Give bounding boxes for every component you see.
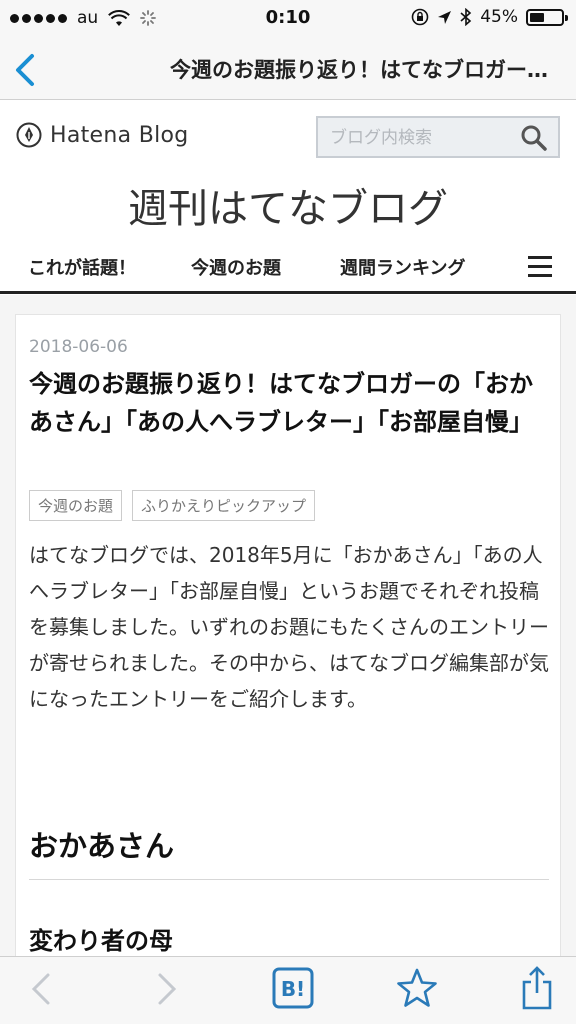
browser-back-button[interactable] (28, 969, 56, 1013)
back-button[interactable] (10, 48, 46, 92)
navigation-bar: 今週のお題振り返り！はてなブロガー… (0, 40, 576, 100)
article-date[interactable]: 2018-06-06 (29, 337, 128, 357)
header-divider (0, 291, 576, 294)
blog-title[interactable]: 週刊はてなブログ (0, 176, 576, 234)
battery-percent: 45% (480, 7, 518, 27)
nav-item-trending[interactable]: これが話題！ (28, 254, 136, 280)
section-heading: おかあさん (29, 823, 549, 880)
article-card: 2018-06-06 今週のお題振り返り！はてなブロガーの「おかあさん」「あの人… (15, 314, 561, 1014)
tag-weekly-theme[interactable]: 今週のお題 (29, 490, 123, 521)
status-bar: au 0:10 45% (0, 0, 576, 40)
orientation-lock-icon (411, 8, 429, 26)
battery-level-fill (530, 12, 544, 22)
favorite-button[interactable] (396, 967, 438, 1013)
browser-forward-button[interactable] (152, 969, 180, 1013)
search-box (316, 116, 560, 158)
search-button[interactable] (520, 124, 548, 152)
status-right: 45% (411, 7, 568, 27)
hatena-blog-logo[interactable]: Hatena Blog (16, 122, 189, 148)
share-icon (522, 966, 552, 1010)
subsection-heading: 変わり者の母 (29, 927, 173, 955)
article-body: はてなブログでは、2018年5月に「おかあさん」「あの人へラブレター」「お部屋自… (29, 543, 549, 711)
battery-icon (526, 8, 568, 26)
chevron-left-icon (31, 973, 50, 1005)
logo-text: Hatena Blog (50, 122, 189, 148)
article-title[interactable]: 今週のお題振り返り！はてなブロガーの「おかあさん」「あの人へラブレター」「お部屋… (29, 365, 549, 441)
navigation-title: 今週のお題振り返り！はてなブロガー… (170, 58, 548, 82)
global-nav: これが話題！ 今週のお題 週間ランキング (0, 246, 576, 290)
nav-item-weekly-ranking[interactable]: 週間ランキング (340, 254, 465, 280)
share-button[interactable] (520, 965, 554, 1015)
nav-item-weekly-theme[interactable]: 今週のお題 (191, 254, 281, 280)
star-icon (397, 968, 437, 1007)
search-input[interactable] (318, 118, 522, 158)
location-arrow-icon (438, 10, 452, 24)
hatena-bookmark-icon: B! (272, 967, 314, 1009)
tag-review-pickup[interactable]: ふりかえりピックアップ (132, 490, 316, 521)
hatena-bookmark-button[interactable]: B! (272, 967, 314, 1013)
bluetooth-icon (460, 8, 472, 26)
chevron-right-icon (158, 973, 177, 1005)
bookmark-label: B! (281, 977, 305, 1001)
hamburger-menu-icon[interactable] (528, 256, 552, 278)
bottom-toolbar: B! (0, 956, 576, 1024)
blog-header: Hatena Blog 週刊はてなブログ これが話題！ 今週のお題 週間ランキン… (0, 100, 576, 295)
search-icon (521, 125, 547, 151)
chevron-left-icon (16, 54, 34, 86)
pen-nib-icon (16, 122, 42, 148)
article-tags: 今週のお題 ふりかえりピックアップ (29, 490, 316, 521)
